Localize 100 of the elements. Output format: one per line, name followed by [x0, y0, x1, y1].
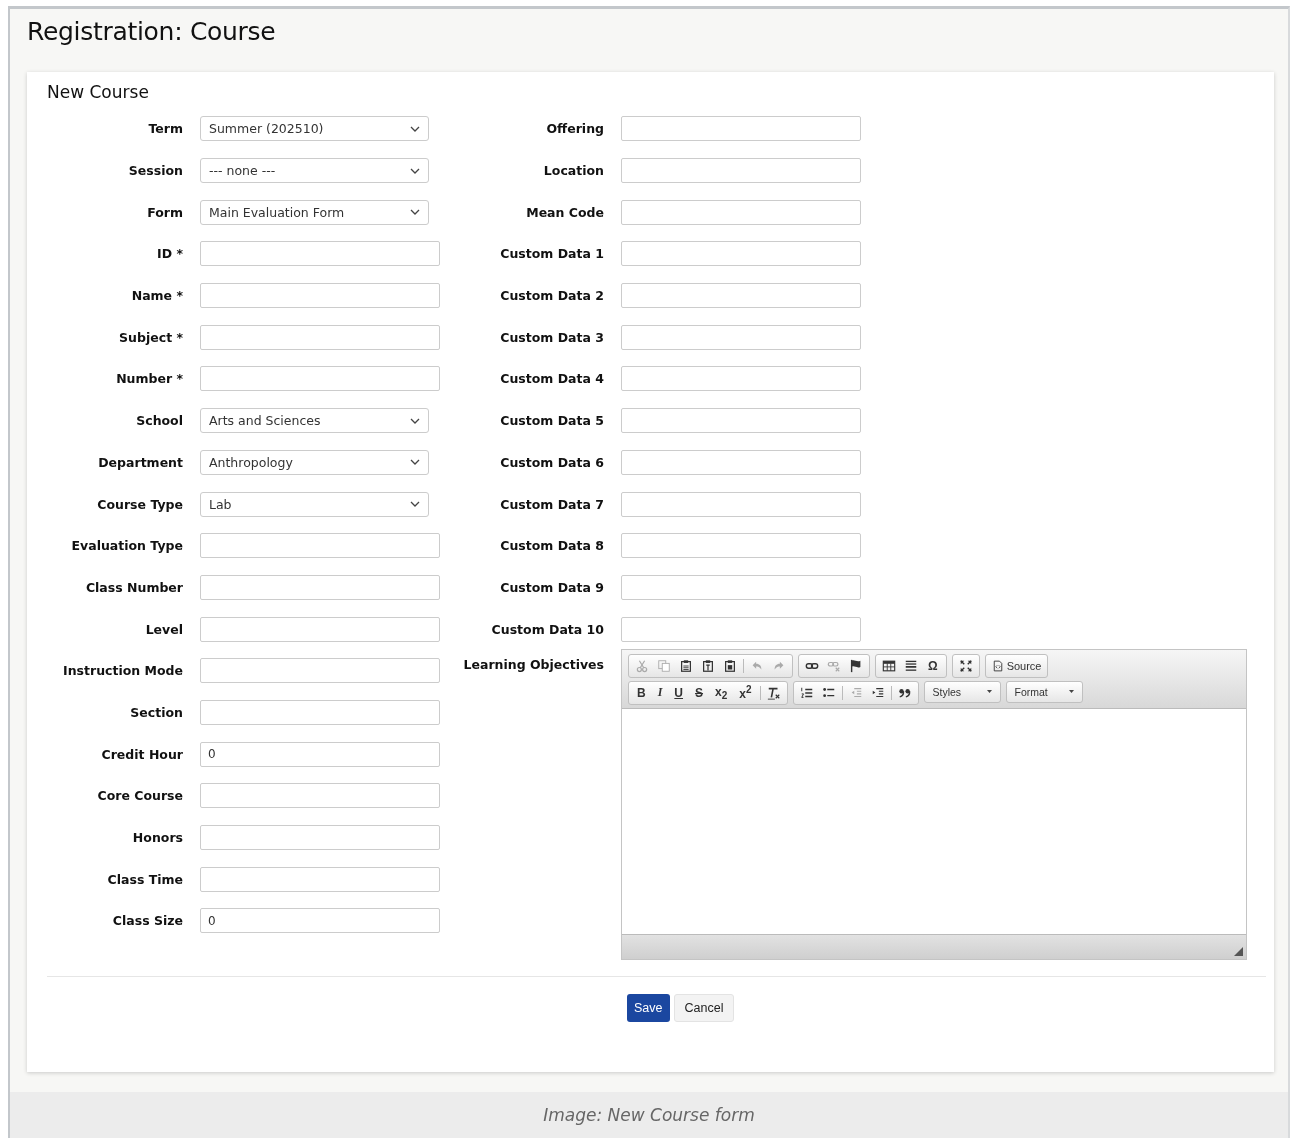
input-field[interactable] [621, 408, 861, 434]
field-label: Core Course [96, 788, 183, 804]
field-label: Custom Data 10 [490, 621, 604, 637]
input-field[interactable] [200, 283, 440, 309]
dropdown-button[interactable]: Styles [923, 680, 1001, 703]
field-label: Form [146, 204, 183, 220]
input-field[interactable] [200, 574, 440, 600]
input-field[interactable] [621, 199, 861, 225]
bullet-list-icon[interactable] [821, 685, 836, 700]
toolbar-button[interactable]: I [653, 685, 667, 701]
select-field[interactable]: Lab [200, 491, 429, 517]
table-icon[interactable] [882, 658, 896, 673]
field-label: Mean Code [525, 204, 604, 220]
field-label: Custom Data 2 [499, 288, 604, 304]
field-label: Custom Data 4 [499, 371, 604, 387]
input-field[interactable] [621, 324, 861, 350]
caret-icon [986, 690, 992, 694]
select-field[interactable]: --- none --- [200, 158, 429, 184]
form-title: New Course [47, 82, 150, 102]
input-field[interactable] [621, 616, 861, 642]
document-icon [991, 659, 1004, 672]
toolbar-button[interactable]: U [670, 685, 687, 700]
clipboard-icon[interactable] [723, 658, 737, 673]
chevron-down-icon[interactable] [410, 209, 420, 216]
field-label: Custom Data 9 [499, 579, 604, 595]
clipboard-icon[interactable] [701, 658, 715, 673]
input-field[interactable] [621, 449, 861, 475]
field-label: Subject * [118, 329, 183, 345]
input-field[interactable] [200, 533, 440, 559]
input-field[interactable] [200, 783, 440, 809]
field-label: Location [542, 163, 604, 179]
page-title: Registration: Course [26, 16, 277, 48]
chevron-down-icon[interactable] [410, 125, 420, 132]
field-label: Learning Objectives [462, 656, 604, 672]
flag-icon[interactable] [849, 658, 863, 673]
field-label: School [135, 413, 183, 429]
field-label: Honors [131, 830, 183, 846]
cancel-button[interactable]: Cancel [673, 993, 735, 1022]
input-field[interactable] [621, 241, 861, 267]
field-label: Name * [130, 288, 183, 304]
input-field[interactable] [200, 866, 440, 892]
input-field[interactable] [200, 366, 440, 392]
input-field[interactable] [200, 825, 440, 851]
field-label: Custom Data 6 [499, 454, 604, 470]
toolbar-button[interactable]: x$_{2}$ [711, 684, 732, 702]
field-label: Instruction Mode [62, 663, 183, 679]
field-label: Custom Data 1 [499, 246, 604, 262]
horizontal-rule-icon[interactable] [904, 658, 918, 673]
clear-format-icon[interactable] [766, 685, 781, 700]
maximize-icon[interactable] [958, 658, 973, 673]
image-caption: Image: New Course form [10, 1092, 1288, 1138]
caret-icon [1068, 690, 1074, 694]
input-field[interactable] [621, 366, 861, 392]
resize-handle-icon[interactable] [1234, 946, 1243, 956]
input-field[interactable] [621, 283, 861, 309]
toolbar-button[interactable]: S [691, 685, 708, 700]
field-label: Custom Data 7 [499, 496, 604, 512]
field-label: Section [129, 704, 183, 720]
select-field[interactable]: Summer (202510) [200, 116, 429, 142]
field-label: Course Type [96, 496, 183, 512]
chevron-down-icon[interactable] [410, 501, 420, 508]
field-label: Number * [115, 371, 183, 387]
select-field[interactable]: Arts and Sciences [200, 408, 429, 434]
chevron-down-icon[interactable] [410, 417, 420, 424]
select-field[interactable]: Anthropology [200, 449, 429, 475]
field-label: Class Number [84, 579, 183, 595]
input-field[interactable] [621, 158, 861, 184]
field-label: Session [127, 163, 183, 179]
field-label: Level [144, 621, 183, 637]
input-field[interactable] [200, 658, 440, 684]
toolbar-button[interactable]: x$^{2}$ [735, 684, 756, 702]
indent-icon[interactable] [870, 685, 885, 700]
input-field[interactable] [200, 324, 440, 350]
select-field[interactable]: Main Evaluation Form [200, 199, 429, 225]
field-label: Class Time [106, 871, 183, 887]
input-field[interactable] [621, 491, 861, 517]
input-field[interactable] [200, 616, 440, 642]
numbered-list-icon[interactable] [799, 685, 814, 700]
chevron-down-icon[interactable] [410, 167, 420, 174]
input-field[interactable]: 0 [200, 741, 440, 767]
input-field[interactable] [621, 533, 861, 559]
toolbar-button[interactable]: B [633, 685, 650, 700]
input-field[interactable]: 0 [200, 908, 440, 934]
field-label: Custom Data 3 [499, 329, 604, 345]
field-label: Department [97, 454, 183, 470]
field-label: Class Size [111, 913, 183, 929]
field-label: Credit Hour [100, 746, 183, 762]
clipboard-icon[interactable] [679, 658, 693, 673]
field-label: Custom Data 8 [499, 538, 604, 554]
field-label: Term [147, 121, 183, 137]
save-button[interactable]: Save [627, 993, 670, 1022]
dropdown-button[interactable]: Format [1005, 680, 1083, 703]
input-field[interactable] [621, 116, 861, 142]
chevron-down-icon[interactable] [410, 459, 420, 466]
input-field[interactable] [621, 574, 861, 600]
field-label: Offering [545, 121, 604, 137]
input-field[interactable] [200, 241, 440, 267]
input-field[interactable] [200, 699, 440, 725]
field-label: Custom Data 5 [499, 413, 604, 429]
toolbar-button[interactable]: Ω [924, 658, 942, 673]
